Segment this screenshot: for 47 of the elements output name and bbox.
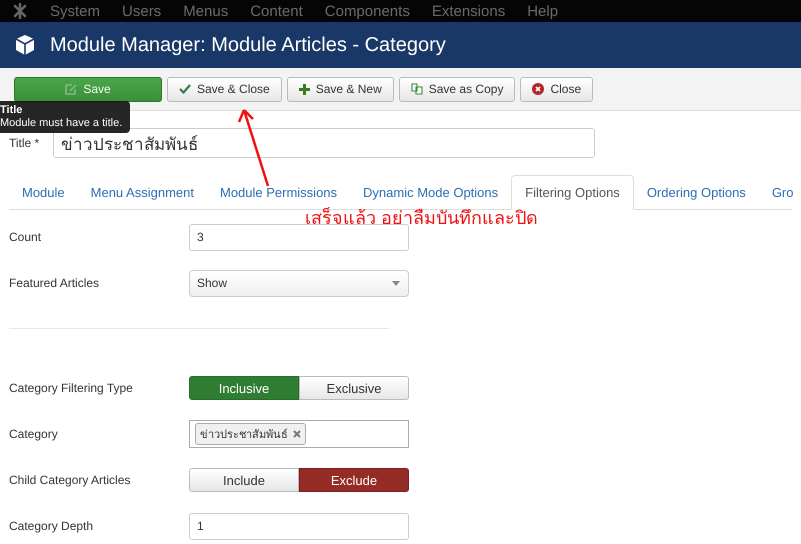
tab[interactable]: Ordering Options <box>634 175 759 209</box>
copy-icon <box>410 83 423 95</box>
menu-item[interactable]: Help <box>527 2 558 20</box>
title-field[interactable]: ข่าวประชาสัมพันธ์ <box>53 128 596 158</box>
input-field[interactable]: 1 <box>189 512 409 540</box>
toolbar-button[interactable]: Save & Close <box>167 76 282 102</box>
page-title: Module Manager: Module Articles - Category <box>50 34 446 56</box>
tag-label: ข่าวประชาสัมพันธ์ <box>200 428 288 443</box>
tooltip-text: Module must have a title. <box>0 117 122 129</box>
toolbar-button[interactable]: Close <box>520 76 594 102</box>
toggle-option[interactable]: Exclude <box>299 468 409 492</box>
menu-item[interactable]: Components <box>324 2 410 20</box>
tab[interactable]: Module <box>9 175 78 209</box>
tab[interactable]: Gro <box>758 175 801 209</box>
menu-item[interactable]: Extensions <box>432 2 506 20</box>
check-icon <box>179 84 191 94</box>
edit-icon <box>65 83 78 95</box>
logo-icon[interactable] <box>12 3 28 19</box>
tab[interactable]: Dynamic Mode Options <box>350 175 512 209</box>
plus-icon <box>298 84 310 94</box>
menu-item[interactable]: Users <box>122 2 162 20</box>
tag-field[interactable]: ข่าวประชาสัมพันธ์ <box>189 420 409 448</box>
toggle-option[interactable]: Include <box>189 468 299 492</box>
menu-item[interactable]: Content <box>250 2 303 20</box>
field-label: Title * <box>9 136 40 150</box>
input-field[interactable]: 3 <box>189 224 409 250</box>
cube-icon <box>14 34 36 56</box>
select-field[interactable]: Show <box>189 270 409 296</box>
close-icon <box>532 83 544 95</box>
menu-item[interactable]: Menus <box>183 2 228 20</box>
toggle-option[interactable]: Exclusive <box>299 376 409 400</box>
toggle-option[interactable]: Inclusive <box>189 376 299 400</box>
tab[interactable]: Filtering Options <box>511 175 634 210</box>
toolbar-button[interactable]: Save as Copy <box>398 76 516 102</box>
field-label: Category Depth <box>9 519 94 533</box>
caret-icon <box>392 280 400 286</box>
field-label: Category <box>9 427 59 441</box>
field-label: Child Category Articles <box>9 473 132 487</box>
field-label: Featured Articles <box>9 276 100 290</box>
field-label: Count <box>9 230 42 244</box>
tab[interactable]: Menu Assignment <box>78 175 207 209</box>
remove-icon[interactable] <box>293 430 301 438</box>
tooltip-title: Title <box>0 104 24 116</box>
field-label: Category Filtering Type <box>9 381 134 395</box>
menu-item[interactable]: System <box>50 2 100 20</box>
toolbar-button[interactable]: Save <box>14 76 162 102</box>
toolbar-button[interactable]: Save & New <box>286 76 394 102</box>
